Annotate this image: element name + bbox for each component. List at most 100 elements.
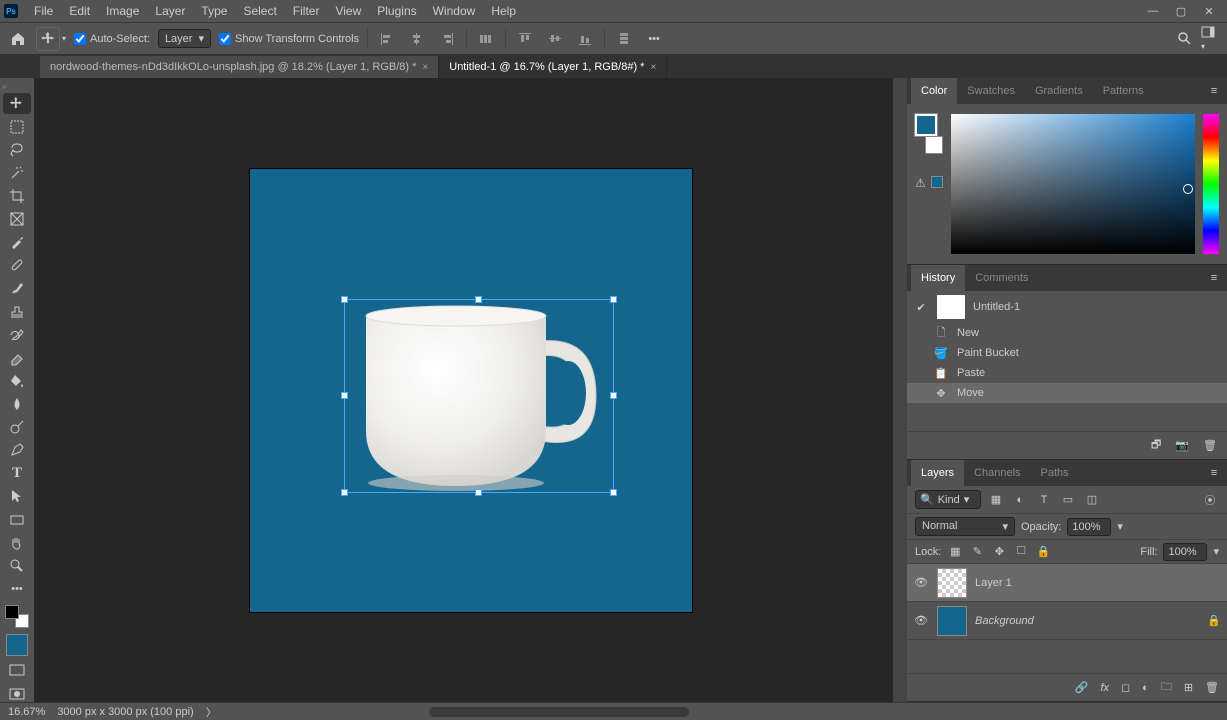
layer-thumb[interactable]	[937, 606, 967, 636]
filter-toggle[interactable]: ⦿	[1201, 492, 1219, 508]
filter-kind-select[interactable]: 🔍 Kind ▾	[915, 490, 981, 509]
color-field[interactable]	[951, 114, 1195, 254]
transform-box[interactable]	[344, 299, 614, 493]
doc-info[interactable]: 3000 px x 3000 px (100 ppi)	[57, 706, 193, 718]
visibility-toggle[interactable]: 👁	[913, 576, 929, 589]
adjustment-layer-button[interactable]: ◐	[1142, 682, 1149, 694]
document-tab-active[interactable]: Untitled-1 @ 16.7% (Layer 1, RGB/8#) * ×	[439, 56, 667, 78]
panel-menu-button[interactable]: ≡	[1205, 467, 1223, 479]
hand-tool[interactable]	[3, 532, 31, 553]
history-item-new[interactable]: 🗋 New	[907, 323, 1227, 343]
tab-patterns[interactable]: Patterns	[1093, 78, 1154, 104]
lock-pixels-button[interactable]: ✎	[969, 545, 985, 558]
filter-type-button[interactable]: T	[1035, 494, 1053, 506]
minimize-button[interactable]: —	[1139, 1, 1167, 21]
history-item-move[interactable]: ✥ Move	[907, 383, 1227, 403]
menu-type[interactable]: Type	[193, 4, 235, 18]
path-select-tool[interactable]	[3, 486, 31, 507]
layer-thumb[interactable]	[937, 568, 967, 598]
distribute-h-button[interactable]	[475, 28, 497, 50]
scrollbar-vertical[interactable]	[893, 78, 907, 702]
history-brush-source-icon[interactable]: ✔	[913, 301, 929, 314]
workspace-switcher[interactable]: ▾	[1201, 26, 1219, 52]
auto-select-target[interactable]: Layer ▾	[158, 29, 211, 48]
handle-mr[interactable]	[610, 392, 617, 399]
zoom-tool[interactable]	[3, 555, 31, 576]
auto-select-checkbox[interactable]: Auto-Select:	[74, 33, 150, 45]
new-layer-button[interactable]: ⊞	[1184, 681, 1193, 694]
stamp-tool[interactable]	[3, 301, 31, 322]
home-button[interactable]	[8, 30, 28, 48]
handle-tl[interactable]	[341, 296, 348, 303]
gradient-tool[interactable]	[3, 370, 31, 391]
tab-history[interactable]: History	[911, 265, 965, 291]
filter-pixel-button[interactable]: ▦	[987, 493, 1005, 506]
selection-tool[interactable]	[3, 162, 31, 183]
lock-icon[interactable]: 🔒	[1207, 614, 1221, 627]
color-swatches-mini[interactable]	[5, 605, 29, 628]
layer-name[interactable]: Layer 1	[975, 577, 1012, 589]
eyedropper-tool[interactable]	[3, 232, 31, 253]
handle-tm[interactable]	[475, 296, 482, 303]
doc-info-chevron[interactable]: 〉	[206, 704, 217, 720]
menu-select[interactable]: Select	[235, 4, 284, 18]
align-top-button[interactable]	[514, 28, 536, 50]
opacity-input[interactable]: 100%	[1067, 518, 1111, 536]
panel-menu-button[interactable]: ≡	[1205, 85, 1223, 97]
fg-color-swatch[interactable]	[915, 114, 937, 136]
show-transform-checkbox[interactable]: Show Transform Controls	[219, 33, 359, 45]
foreground-color-swatch[interactable]	[6, 634, 28, 655]
handle-bm[interactable]	[475, 489, 482, 496]
lasso-tool[interactable]	[3, 139, 31, 160]
delete-layer-button[interactable]: 🗑	[1205, 681, 1219, 694]
maximize-button[interactable]: ▢	[1167, 1, 1195, 21]
marquee-tool[interactable]	[3, 116, 31, 137]
lock-position-button[interactable]: ✥	[991, 545, 1007, 558]
edit-toolbar-button[interactable]: •••	[3, 578, 31, 599]
tool-preset-picker[interactable]	[36, 27, 60, 51]
align-center-h-button[interactable]	[406, 28, 428, 50]
handle-br[interactable]	[610, 489, 617, 496]
screen-mode-button[interactable]	[5, 662, 29, 679]
group-button[interactable]: 🗀	[1161, 678, 1172, 697]
align-middle-v-button[interactable]	[544, 28, 566, 50]
close-tab-icon[interactable]: ×	[650, 62, 656, 73]
handle-tr[interactable]	[610, 296, 617, 303]
fg-bg-swatches[interactable]	[915, 114, 943, 154]
layer-mask-button[interactable]: ◻	[1121, 681, 1130, 694]
filter-smart-button[interactable]: ◫	[1083, 493, 1101, 506]
align-left-button[interactable]	[376, 28, 398, 50]
tab-gradients[interactable]: Gradients	[1025, 78, 1093, 104]
canvas[interactable]	[250, 169, 692, 612]
layer-row-layer1[interactable]: 👁 Layer 1	[907, 564, 1227, 602]
history-brush-tool[interactable]	[3, 324, 31, 345]
show-transform-input[interactable]	[219, 33, 231, 45]
handle-bl[interactable]	[341, 489, 348, 496]
pen-tool[interactable]	[3, 440, 31, 461]
fg-swatch-mini[interactable]	[5, 605, 19, 619]
lock-all-button[interactable]: 🔒	[1035, 545, 1051, 558]
zoom-level[interactable]: 16.67%	[8, 706, 45, 718]
gamut-warning-icon[interactable]: ⚠	[915, 176, 926, 190]
filter-shape-button[interactable]: ▭	[1059, 493, 1077, 506]
distribute-v-button[interactable]	[613, 28, 635, 50]
frame-tool[interactable]	[3, 209, 31, 230]
history-item-paintbucket[interactable]: 🪣 Paint Bucket	[907, 343, 1227, 363]
menu-edit[interactable]: Edit	[61, 4, 98, 18]
crop-tool[interactable]	[3, 185, 31, 206]
lock-transparency-button[interactable]: ▦	[947, 545, 963, 558]
tab-layers[interactable]: Layers	[911, 460, 964, 486]
chevron-down-icon[interactable]: ▾	[62, 34, 66, 43]
layer-row-background[interactable]: 👁 Background 🔒	[907, 602, 1227, 640]
panel-menu-button[interactable]: ≡	[1205, 272, 1223, 284]
chevron-down-icon[interactable]: ▾	[1117, 520, 1123, 533]
color-cursor[interactable]	[1183, 184, 1193, 194]
align-right-button[interactable]	[436, 28, 458, 50]
menu-help[interactable]: Help	[483, 4, 524, 18]
menu-plugins[interactable]: Plugins	[369, 4, 424, 18]
eraser-tool[interactable]	[3, 347, 31, 368]
blend-mode-select[interactable]: Normal ▾	[915, 517, 1015, 536]
type-tool[interactable]: T	[3, 463, 31, 484]
search-button[interactable]	[1177, 31, 1193, 47]
fill-input[interactable]: 100%	[1163, 543, 1207, 561]
